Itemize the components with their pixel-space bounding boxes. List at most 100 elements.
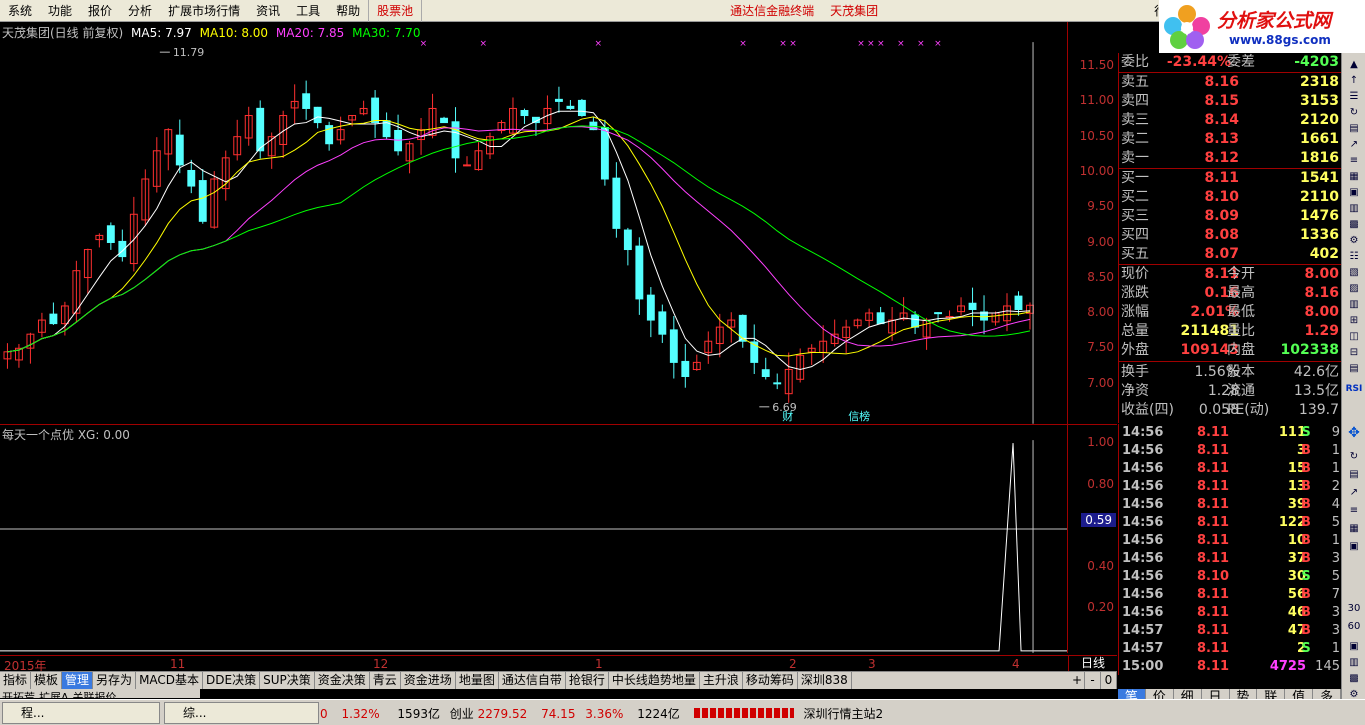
toolbar-icon[interactable]: ☷ (1345, 249, 1363, 265)
formula-tab[interactable]: 指标 (0, 672, 32, 689)
toolbar-icon[interactable]: ▥ (1345, 655, 1363, 671)
menu-system[interactable]: 系统 (0, 0, 40, 22)
status-d: 创业 (449, 707, 474, 721)
price-tick-label: 11.00 (1079, 93, 1114, 108)
menu-ext-market[interactable]: 扩展市场行情 (160, 0, 248, 22)
tick-time: 14:56 (1122, 461, 1164, 476)
period-30-button[interactable]: 30 (1345, 601, 1363, 617)
menu-tools[interactable]: 工具 (288, 0, 328, 22)
move-arrows-icon[interactable]: ✥ (1345, 425, 1363, 441)
tick-side: B (1301, 605, 1311, 620)
stat-label: 现价 (1121, 266, 1149, 282)
formula-tab[interactable]: 地量图 (456, 672, 499, 689)
ma10-line (7, 116, 1031, 357)
formula-tab-row2[interactable]: 关联报价 (71, 691, 119, 698)
indicator-chart[interactable] (0, 425, 1068, 653)
toolbar-icon[interactable]: ☰ (1345, 89, 1363, 105)
stat-label: 涨跌 (1121, 285, 1149, 301)
formula-tab[interactable]: 青云 (370, 672, 401, 689)
indicator-tick-label: 0.20 (1087, 600, 1114, 614)
toolbar-icon[interactable]: ▤ (1345, 467, 1363, 483)
formula-tab[interactable]: 主升浪 (700, 672, 743, 689)
stat-label: 总量 (1121, 323, 1149, 339)
toolbar-icon[interactable]: ▦ (1345, 521, 1363, 537)
candle-body (313, 106, 322, 124)
tab-control-button[interactable]: - (1085, 672, 1101, 689)
toolbar-icon[interactable]: ◫ (1345, 329, 1363, 345)
menu-news[interactable]: 资讯 (248, 0, 288, 22)
bid-price: 8.11 (1204, 170, 1239, 186)
promo-url[interactable]: www.88gs.com (1229, 33, 1331, 47)
menu-help[interactable]: 帮助 (328, 0, 368, 22)
formula-tab-row2[interactable]: 开拓荒 (0, 691, 37, 698)
toolbar-icon[interactable]: ▣ (1345, 539, 1363, 555)
toolbar-icon[interactable]: ≡ (1345, 503, 1363, 519)
toolbar-icon[interactable]: ≡ (1345, 153, 1363, 169)
toolbar-icon[interactable]: ▨ (1345, 281, 1363, 297)
tick-count: 1 (1331, 461, 1340, 476)
menu-quote[interactable]: 报价 (80, 0, 120, 22)
formula-tab[interactable]: 管理 (62, 672, 94, 689)
toolbar-icon[interactable]: ↻ (1345, 105, 1363, 121)
toolbar-icon[interactable]: ↻ (1345, 449, 1363, 465)
toolbar-icon[interactable]: ▥ (1345, 297, 1363, 313)
toolbar-icon[interactable]: ▤ (1345, 121, 1363, 137)
toolbar-icon[interactable]: ▣ (1345, 185, 1363, 201)
menu-function[interactable]: 功能 (40, 0, 80, 22)
task-window-2[interactable]: 综... (164, 702, 319, 724)
tick-row: 14:56 8.11 122 B 5 (1119, 514, 1342, 532)
formula-tab[interactable]: 抢银行 (566, 672, 609, 689)
bid-row: 买一 8.11 1541 (1121, 169, 1341, 188)
price-tick-label: 8.00 (1087, 305, 1114, 320)
tick-time: 14:56 (1122, 443, 1164, 458)
formula-tab-row2[interactable]: 扩展A (37, 691, 71, 698)
promo-site-name: 分析家公式网 (1217, 10, 1332, 32)
tab-control-button[interactable]: 0 (1101, 672, 1117, 689)
stat-label: 外盘 (1121, 342, 1149, 358)
signal-marker: × (420, 39, 428, 49)
toolbar-icon[interactable]: ↑ (1345, 73, 1363, 89)
tab-control-button[interactable]: + (1069, 672, 1085, 689)
toolbar-icon[interactable]: ▩ (1345, 217, 1363, 233)
formula-tab[interactable]: DDE决策 (203, 672, 261, 689)
tick-time: 14:56 (1122, 425, 1164, 440)
formula-tab[interactable]: 移动筹码 (743, 672, 798, 689)
tick-count: 5 (1331, 515, 1340, 530)
toolbar-icon[interactable]: ▥ (1345, 201, 1363, 217)
period-60-button[interactable]: 60 (1345, 619, 1363, 635)
toolbar-icon[interactable]: ▩ (1345, 671, 1363, 687)
ask-volume: 1661 (1300, 131, 1339, 147)
formula-tab[interactable]: 资金决策 (315, 672, 370, 689)
tick-time: 14:56 (1122, 605, 1164, 620)
toolbar-icon[interactable]: ↗ (1345, 485, 1363, 501)
formula-tab[interactable]: MACD基本 (136, 672, 204, 689)
toolbar-icon[interactable]: ⚙ (1345, 233, 1363, 249)
formula-tab[interactable]: 深圳838 (798, 672, 852, 689)
formula-tab[interactable]: 模板 (31, 672, 63, 689)
formula-tab[interactable]: 资金进场 (401, 672, 456, 689)
price-tick-label: 9.00 (1087, 234, 1114, 249)
toolbar-icon[interactable]: ↗ (1345, 137, 1363, 153)
formula-tab[interactable]: 通达信自带 (499, 672, 566, 689)
menu-stock-pool[interactable]: 股票池 (368, 0, 423, 22)
toolbar-icon[interactable]: ⊟ (1345, 345, 1363, 361)
toolbar-icon[interactable]: ▧ (1345, 265, 1363, 281)
weibi-row-label: 委比 (1121, 54, 1149, 70)
formula-tab[interactable]: 中长线趋势地量 (609, 672, 700, 689)
tick-count: 3 (1331, 551, 1340, 566)
period-label[interactable]: 日线 (1068, 655, 1117, 671)
task-window-1[interactable]: 程... (2, 702, 160, 724)
formula-tab[interactable]: SUP决策 (260, 672, 315, 689)
toolbar-icon[interactable]: ▦ (1345, 169, 1363, 185)
flower-logo-icon (1164, 5, 1210, 49)
menu-analysis[interactable]: 分析 (120, 0, 160, 22)
formula-tab[interactable]: 另存为 (93, 672, 137, 689)
bid-label: 买三 (1121, 208, 1149, 224)
rsi-button[interactable]: RSI (1345, 381, 1363, 397)
toolbar-icon[interactable]: ▲ (1345, 57, 1363, 73)
toolbar-icon[interactable]: ▤ (1345, 361, 1363, 377)
candlestick-chart[interactable]: × × × × × × × × × × × ×11.796.69财 信榜 (0, 22, 1068, 424)
toolbar-icon[interactable]: ▣ (1345, 639, 1363, 655)
toolbar-icon[interactable]: ⊞ (1345, 313, 1363, 329)
tick-row: 14:56 8.11 37 B 3 (1119, 550, 1342, 568)
